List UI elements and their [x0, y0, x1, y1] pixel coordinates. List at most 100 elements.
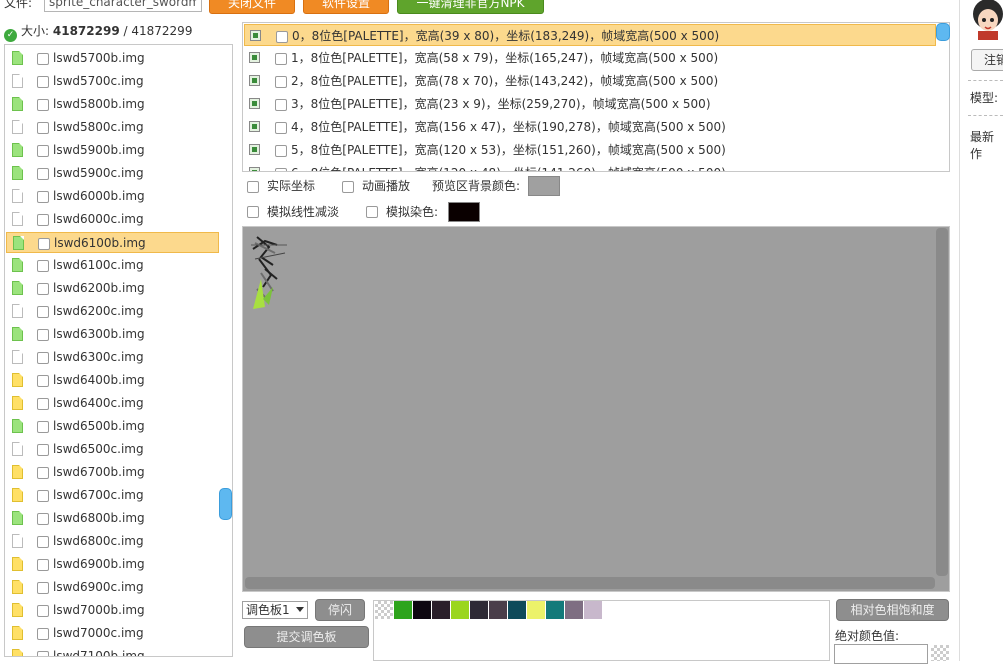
file-list-item[interactable]: lswd6800c.img [6, 531, 219, 552]
avatar[interactable] [970, 0, 1003, 40]
file-checkbox[interactable] [37, 605, 49, 617]
palette-color-cell[interactable] [394, 601, 412, 619]
file-checkbox[interactable] [38, 238, 50, 250]
preview-horizontal-scrollbar[interactable] [245, 577, 935, 589]
frame-list-item[interactable]: 4，8位色[PALETTE]，宽高(156 x 47)，坐标(190,278)，… [244, 116, 936, 138]
palette-color-cell[interactable] [584, 601, 602, 619]
file-checkbox[interactable] [37, 651, 49, 656]
frame-list-item[interactable]: 6，8位色[PALETTE]，宽高(120 x 48)，坐标(141,260)，… [244, 162, 936, 171]
palette-color-cell[interactable] [546, 601, 564, 619]
file-list-item[interactable]: lswd5800c.img [6, 117, 219, 138]
file-checkbox[interactable] [37, 490, 49, 502]
palette-color-cell[interactable] [489, 601, 507, 619]
file-checkbox[interactable] [37, 513, 49, 525]
file-checkbox[interactable] [37, 99, 49, 111]
file-list-item[interactable]: lswd6200b.img [6, 278, 219, 299]
file-list-item[interactable]: lswd7000c.img [6, 623, 219, 644]
file-list-item[interactable]: lswd6000c.img [6, 209, 219, 230]
palette-color-cell[interactable] [413, 601, 431, 619]
file-checkbox[interactable] [37, 191, 49, 203]
file-checkbox[interactable] [37, 536, 49, 548]
frame-list-item[interactable]: 2，8位色[PALETTE]，宽高(78 x 70)，坐标(143,242)，帧… [244, 70, 936, 92]
frame-checkbox[interactable] [276, 31, 288, 43]
file-list-item[interactable]: lswd6500b.img [6, 416, 219, 437]
file-checkbox[interactable] [37, 122, 49, 134]
file-checkbox[interactable] [37, 260, 49, 272]
stop-blink-button[interactable]: 停闪 [315, 599, 365, 621]
preview-canvas[interactable] [242, 226, 950, 592]
file-list-item[interactable]: lswd6100c.img [6, 255, 219, 276]
file-path-input[interactable] [44, 0, 202, 12]
file-list-scrollbar[interactable] [219, 488, 232, 520]
img-file-list[interactable]: lswd5700b.img lswd5700c.img lswd5800b.img l… [4, 44, 233, 657]
submit-palette-button[interactable]: 提交调色板 [244, 626, 369, 648]
file-list-item[interactable]: lswd7000b.img [6, 600, 219, 621]
absolute-color-input[interactable] [834, 644, 928, 664]
file-list-item[interactable]: lswd6400c.img [6, 393, 219, 414]
file-checkbox[interactable] [37, 306, 49, 318]
file-checkbox[interactable] [37, 467, 49, 479]
palette-select[interactable]: 调色板1 [242, 601, 308, 619]
sim-dye-checkbox[interactable] [366, 206, 378, 218]
frame-checkbox[interactable] [275, 122, 287, 134]
frame-list-scrollbar[interactable] [936, 23, 950, 41]
frame-checkbox[interactable] [275, 53, 287, 65]
file-checkbox[interactable] [37, 53, 49, 65]
palette-color-cell[interactable] [470, 601, 488, 619]
file-checkbox[interactable] [37, 329, 49, 341]
preview-vertical-scrollbar[interactable] [936, 228, 948, 576]
file-list-item[interactable]: lswd6200c.img [6, 301, 219, 322]
frame-checkbox[interactable] [275, 145, 287, 157]
frame-checkbox[interactable] [275, 168, 287, 171]
file-checkbox[interactable] [37, 352, 49, 364]
software-settings-button[interactable]: 软件设置 [303, 0, 389, 14]
palette-color-cell[interactable] [432, 601, 450, 619]
file-list-item[interactable]: lswd5800b.img [6, 94, 219, 115]
clean-unofficial-npk-button[interactable]: 一键清理非官方NPK [397, 0, 544, 14]
file-checkbox[interactable] [37, 375, 49, 387]
file-list-item[interactable]: lswd6900c.img [6, 577, 219, 598]
palette-color-cell[interactable] [508, 601, 526, 619]
file-checkbox[interactable] [37, 168, 49, 180]
file-checkbox[interactable] [37, 628, 49, 640]
file-list-item[interactable]: lswd6100b.img [6, 232, 219, 253]
frame-list-item[interactable]: 0，8位色[PALETTE]，宽高(39 x 80)，坐标(183,249)，帧… [244, 24, 936, 46]
file-list-item[interactable]: lswd6300c.img [6, 347, 219, 368]
file-checkbox[interactable] [37, 283, 49, 295]
file-checkbox[interactable] [37, 444, 49, 456]
file-list-item[interactable]: lswd6700b.img [6, 462, 219, 483]
file-checkbox[interactable] [37, 398, 49, 410]
file-list-item[interactable]: lswd5700b.img [6, 48, 219, 69]
file-checkbox[interactable] [37, 421, 49, 433]
file-checkbox[interactable] [37, 76, 49, 88]
file-checkbox[interactable] [37, 559, 49, 571]
file-list-item[interactable]: lswd5900b.img [6, 140, 219, 161]
close-file-button[interactable]: 关闭文件 [209, 0, 295, 14]
frame-checkbox[interactable] [275, 76, 287, 88]
file-list-item[interactable]: lswd6900b.img [6, 554, 219, 575]
logout-button[interactable]: 注销 [971, 49, 1003, 71]
file-list-item[interactable]: lswd5900c.img [6, 163, 219, 184]
bg-color-swatch[interactable] [528, 176, 560, 196]
frame-list-item[interactable]: 5，8位色[PALETTE]，宽高(120 x 53)，坐标(151,260)，… [244, 139, 936, 161]
file-checkbox[interactable] [37, 214, 49, 226]
palette-color-cell[interactable] [565, 601, 583, 619]
transparent-color-cell[interactable] [375, 601, 393, 619]
frame-list[interactable]: 0，8位色[PALETTE]，宽高(39 x 80)，坐标(183,249)，帧… [242, 22, 950, 172]
file-list-item[interactable]: lswd5700c.img [6, 71, 219, 92]
file-list-item[interactable]: lswd6000b.img [6, 186, 219, 207]
file-list-item[interactable]: lswd6500c.img [6, 439, 219, 460]
palette-color-cell[interactable] [527, 601, 545, 619]
frame-checkbox[interactable] [275, 99, 287, 111]
anim-play-checkbox[interactable] [342, 181, 354, 193]
file-list-item[interactable]: lswd6800b.img [6, 508, 219, 529]
palette-color-cell[interactable] [451, 601, 469, 619]
file-checkbox[interactable] [37, 582, 49, 594]
linear-dodge-checkbox[interactable] [247, 206, 259, 218]
file-list-item[interactable]: lswd6400b.img [6, 370, 219, 391]
file-list-item[interactable]: lswd6300b.img [6, 324, 219, 345]
frame-list-item[interactable]: 3，8位色[PALETTE]，宽高(23 x 9)，坐标(259,270)，帧域… [244, 93, 936, 115]
actual-coords-checkbox[interactable] [247, 181, 259, 193]
dye-color-swatch[interactable] [448, 202, 480, 222]
file-checkbox[interactable] [37, 145, 49, 157]
